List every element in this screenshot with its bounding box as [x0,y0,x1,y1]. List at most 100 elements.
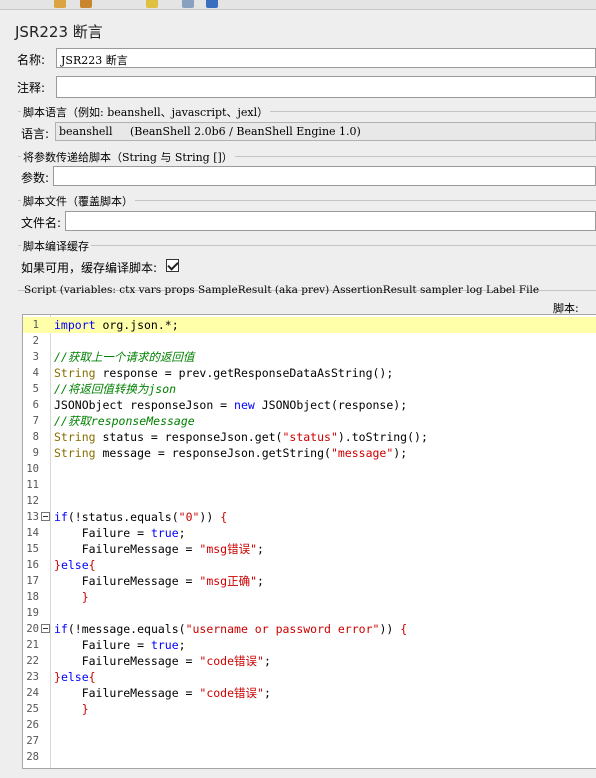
code-line[interactable]: 6 JSONObject responseJson = new JSONObjec… [23,397,596,413]
line-number: 12 [26,495,39,507]
code-text: //获取responseMessage [54,414,195,428]
toolbar-icon[interactable] [54,0,66,8]
code-text: Failure = true; [54,638,186,652]
toolbar-icon[interactable] [182,0,194,8]
language-select[interactable]: beanshell (BeanShell 2.0b6 / BeanShell E… [55,122,596,141]
line-number: 10 [26,463,39,475]
code-line[interactable]: 18 } [23,589,596,605]
code-line[interactable]: 4 String response = prev.getResponseDataA… [23,365,596,381]
line-number: 1 [32,319,39,331]
line-number: 3 [32,351,39,363]
code-text: //将返回值转换为json [54,382,177,396]
code-text: //获取上一个请求的返回值 [54,350,195,364]
script-caption: Script (variables: ctx vars props Sample… [24,284,540,296]
fold-toggle-icon[interactable] [41,624,50,633]
filename-input[interactable] [65,211,596,231]
code-line[interactable]: 15 FailureMessage = "msg错误"; [23,541,596,557]
code-line[interactable]: 23}else{ [23,669,596,685]
comment-label: 注释: [17,81,46,95]
line-number: 18 [26,591,39,603]
code-line[interactable]: 17 FailureMessage = "msg正确"; [23,573,596,589]
line-number: 14 [26,527,39,539]
footer [0,771,596,778]
line-number: 19 [26,607,39,619]
code-line[interactable]: 16 }else{ [23,557,596,573]
code-line[interactable]: 14 Failure = true; [23,525,596,541]
line-number: 20 [26,623,39,635]
line-number: 11 [26,479,39,491]
cache-label: 如果可用，缓存编译脚本: [21,261,158,275]
line-number: 27 [26,735,39,747]
toolbar-icon[interactable] [146,0,158,8]
code-text: if(!message.equals("username or password… [54,622,408,636]
code-text: FailureMessage = "msg正确"; [54,574,264,588]
code-text: JSONObject responseJson = new JSONObject… [54,398,408,412]
params-label: 参数: [21,171,50,185]
line-number: 4 [32,367,39,379]
code-text: import org.json.*; [54,318,179,332]
code-line[interactable]: 26 [23,717,596,733]
code-line[interactable]: 2 [23,333,596,349]
line-number: 16 [26,559,39,571]
code-line[interactable]: 21 Failure = true; [23,637,596,653]
line-number: 13 [26,511,39,523]
code-line[interactable]: 13 if(!status.equals("0")) { [23,509,596,525]
code-text: String response = prev.getResponseDataAs… [54,366,394,380]
code-line[interactable]: 5 //将返回值转换为json [23,381,596,397]
toolbar [0,0,596,10]
cache-section-title: 脚本编译缓存 [21,238,91,254]
code-line[interactable]: 7 //获取responseMessage [23,413,596,429]
code-text: FailureMessage = "code错误"; [54,654,271,668]
comment-input[interactable] [56,76,596,98]
code-line[interactable]: 25 } [23,701,596,717]
line-number: 15 [26,543,39,555]
line-number: 6 [32,399,39,411]
toolbar-icon[interactable] [80,0,92,8]
line-number: 22 [26,655,39,667]
line-number: 2 [32,335,39,347]
code-line[interactable]: 12 [23,493,596,509]
file-section-title: 脚本文件（覆盖脚本） [21,193,135,209]
line-number: 8 [32,431,39,443]
page-title: JSR223 断言 [15,23,103,41]
line-number: 24 [26,687,39,699]
code-text: String status = responseJson.get("status… [54,430,428,444]
code-line[interactable]: 22 FailureMessage = "code错误"; [23,653,596,669]
code-line[interactable]: 1 import org.json.*; [23,317,596,333]
code-text: if(!status.equals("0")) { [54,510,228,524]
cache-checkbox[interactable] [166,259,179,272]
code-line[interactable]: 11 [23,477,596,493]
code-line[interactable]: 8 String status = responseJson.get("statu… [23,429,596,445]
code-text: FailureMessage = "msg错误"; [54,542,264,556]
line-number: 7 [32,415,39,427]
language-label: 语言: [21,127,50,141]
name-input[interactable]: JSR223 断言 [56,48,596,68]
script-editor[interactable]: 1 import org.json.*; 2 3//获取上一个请求的返回值 4 Strin… [22,314,596,769]
line-number: 23 [26,671,39,683]
code-line[interactable]: 24 FailureMessage = "code错误"; [23,685,596,701]
code-line[interactable]: 28 [23,749,596,765]
code-text: } [81,590,89,604]
line-number: 5 [32,383,39,395]
code-line[interactable]: 19 [23,605,596,621]
code-line[interactable]: 20 if(!message.equals("username or passwo… [23,621,596,637]
code-text: } [81,702,89,716]
code-line[interactable]: 3 //获取上一个请求的返回值 [23,349,596,365]
line-number: 17 [26,575,39,587]
line-number: 25 [26,703,39,715]
toolbar-icon[interactable] [206,0,218,8]
code-line[interactable]: 9 String message = responseJson.getString… [23,445,596,461]
code-text: FailureMessage = "code错误"; [54,686,271,700]
language-section-title: 脚本语言（例如: beanshell、javascript、jexl） [21,104,271,120]
fold-toggle-icon[interactable] [41,512,50,521]
params-section-title: 将参数传递给脚本（String 与 String []） [21,149,235,165]
params-input[interactable] [53,166,596,186]
line-number: 9 [32,447,39,459]
code-line[interactable]: 27 [23,733,596,749]
code-line[interactable]: 10 [23,461,596,477]
code-text: }else{ [54,558,96,572]
line-number: 28 [26,751,39,763]
code-text: Failure = true; [54,526,186,540]
name-label: 名称: [17,53,46,67]
line-number: 26 [26,719,39,731]
